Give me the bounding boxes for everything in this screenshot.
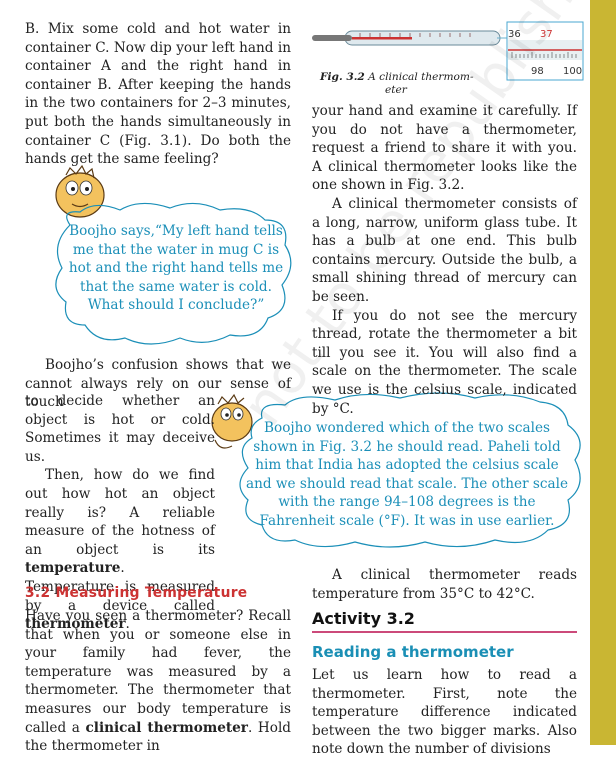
section-heading: 3.2 Measuring Temperature [25,585,248,601]
cloud2-text: Boojho wondered which of the two scales … [246,420,568,529]
paragraph-left-bottom: Have you seen a thermometer? Recall that… [25,608,292,755]
label-36: 36 [508,29,521,40]
activity-heading: Activity 3.2 [312,609,577,633]
right-p1: your hand and examine it carefully. If y… [312,103,577,194]
label-98: 98 [531,66,544,77]
term-clinical-thermometer: clinical thermometer [85,719,248,736]
paragraph-right-bottom: A clinical thermometer reads temperature… [312,567,577,602]
term-temperature: temperature [25,560,121,577]
right-p3: If you do not see the mercury thread, ro… [312,307,577,417]
right-p2: A clinical thermometer consists of a lon… [312,195,577,305]
label-100: 100 [563,66,582,77]
label-37: 37 [540,29,553,40]
reading-heading: Reading a thermometer [312,643,514,661]
reading-paragraph: Let us learn how to read a thermometer. … [312,667,577,758]
left-narrow-p1: to decide whether an object is hot or co… [25,393,215,465]
paragraphs-right-mid: your hand and examine it carefully. If y… [312,102,577,418]
